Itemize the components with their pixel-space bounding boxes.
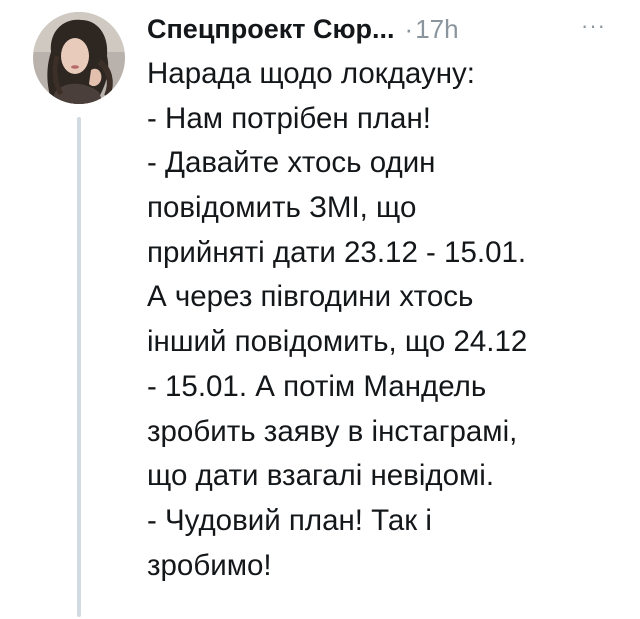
more-horizontal-icon[interactable]: ··· <box>581 13 606 39</box>
avatar[interactable] <box>33 12 125 104</box>
header-separator: · <box>404 13 414 44</box>
tweet-text-line: зробимо! <box>147 548 272 582</box>
timestamp[interactable]: 17h <box>415 14 458 45</box>
tweet-text-line: - Давайте хтось один <box>147 146 436 180</box>
tweet-text-line: прийняті дати 23.12 - 15.01. <box>147 235 527 269</box>
tweet-text-line: - Чудовий план! Так і <box>147 503 432 537</box>
tweet-text-line: зробить заяву в інстаграмі, <box>147 414 518 448</box>
tweet-text-line: А через півгодини хтось <box>147 280 474 314</box>
tweet-text-line: повідомить ЗМІ, що <box>147 191 417 225</box>
thread-line <box>77 117 81 617</box>
tweet-text-line: - Нам потрібен план! <box>147 101 431 135</box>
tweet-text: Нарада щодо локдауну: - Нам потрібен пла… <box>147 52 627 588</box>
tweet-text-line: що дати взагалі невідомі. <box>147 459 495 493</box>
avatar-image <box>33 12 125 104</box>
tweet-text-line: Нарада щодо локдауну: <box>147 57 475 90</box>
tweet-text-line: - 15.01. А потім Мандель <box>147 369 487 403</box>
author-name[interactable]: Спецпроект Сюр... <box>147 14 395 45</box>
tweet-header: Спецпроект Сюр... · 17h ··· <box>147 9 617 49</box>
tweet-text-line: інший повідомить, що 24.12 <box>147 325 528 359</box>
